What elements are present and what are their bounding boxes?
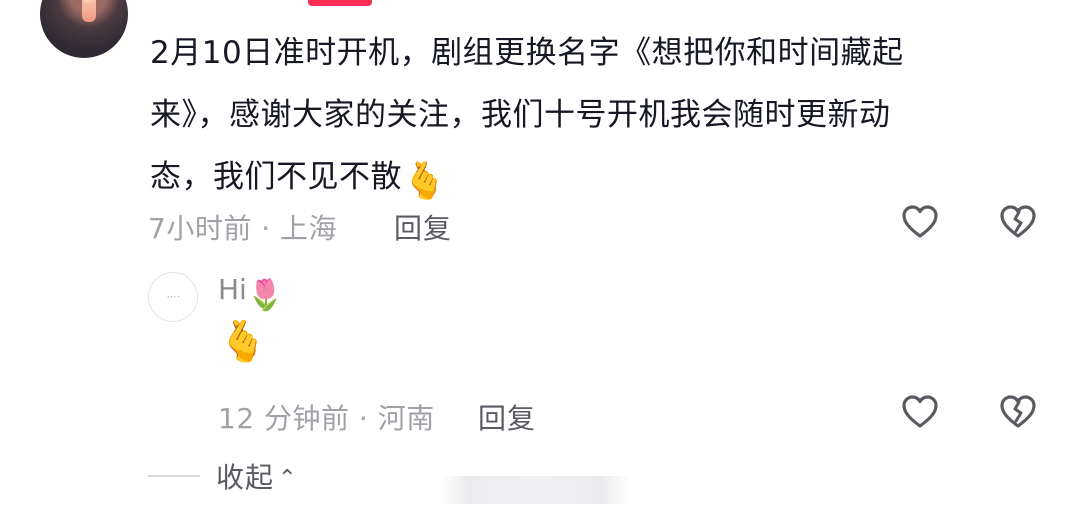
author-badge [308,0,372,6]
broken-heart-icon [1000,205,1036,238]
heart-outline-icon [902,205,938,238]
comment-line-3: 态，我们不见不散🫰 [150,146,1030,208]
collapse-label: 收起 [216,461,275,494]
reply-dislike-button[interactable] [998,392,1038,432]
dislike-button[interactable] [998,202,1038,242]
comment-line-1: 2月10日准时开机，剧组更换名字《想把你和时间藏起 [150,35,904,71]
reply-content-emoji: 🫰 [218,319,268,365]
collapse-divider [148,475,200,477]
reply-button[interactable]: 回复 [394,207,452,247]
comment-meta: 7小时前 · 上海 [148,212,338,245]
reply-reply-button[interactable]: 回复 [478,397,536,437]
like-button[interactable] [900,202,940,242]
broken-heart-icon [1000,395,1036,428]
chevron-up-icon: ⌃ [278,466,298,491]
watermark [440,476,630,504]
reply-like-button[interactable] [900,392,940,432]
reply-username[interactable]: Hi🌷 [218,273,284,311]
comment-text: 2月10日准时开机，剧组更换名字《想把你和时间藏起 来》，感谢大家的关注，我们十… [150,22,1030,208]
tulip-emoji: 🌷 [246,278,285,313]
reply-avatar[interactable]: · · · · [148,272,198,322]
commenter-username[interactable] [150,0,300,8]
comment-line-2: 来》，感谢大家的关注，我们十号开机我会随时更新动 [150,97,891,133]
finger-heart-emoji: 🫰 [402,161,448,202]
commenter-avatar[interactable] [40,0,128,58]
reply-meta: 12 分钟前 · 河南 [218,402,435,435]
collapse-replies-button[interactable]: 收起 ⌃ [216,456,297,496]
comment-line-3-text: 态，我们不见不散 [150,159,402,195]
heart-outline-icon [902,395,938,428]
reply-username-text: Hi [218,273,247,306]
